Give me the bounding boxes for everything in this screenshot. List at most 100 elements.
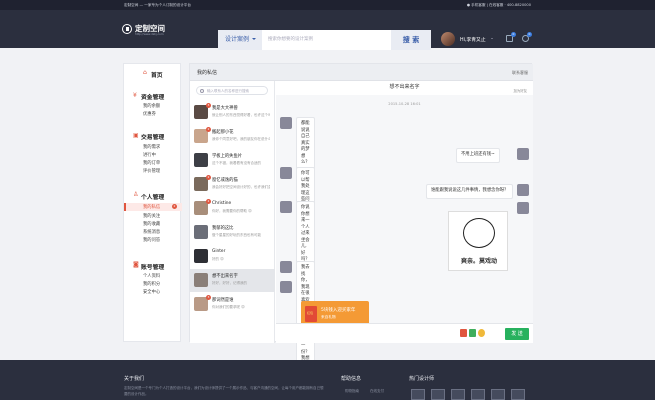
sidebar: ⌂ 首页 ¥ 资金管理 我的余额 优惠券 ▣ 交易管理 我的需求 进行中 我的订… (123, 63, 182, 342)
image-icon[interactable] (469, 329, 476, 337)
sidebar-section-account: 账号管理 (141, 265, 165, 271)
logo-icon (122, 24, 132, 34)
contact-preview: 做个星星的好玩的东西也有可能 (212, 233, 261, 237)
designer-thumbnail[interactable] (431, 389, 445, 400)
message-bubble: 谁能跟我说说这几件事情，我想念你呀？ (426, 184, 514, 199)
designer-thumbnail[interactable] (411, 389, 425, 400)
contact-list: 输入联系人的名称进行搜索 3 我是大大神兽 就让别人的东西觉得好看，也许这个可以… (190, 81, 275, 343)
search-icon (200, 89, 204, 93)
wallet-icon: ¥ (133, 92, 137, 99)
cart-badge: 0 (511, 32, 516, 37)
message-composer[interactable]: 发 送 (276, 323, 533, 343)
designer-thumbnail[interactable] (451, 389, 465, 400)
avatar[interactable] (441, 32, 455, 46)
sidebar-item-profile[interactable]: 个人资料 (143, 273, 160, 279)
user-name[interactable]: Hi,李青又止 (460, 36, 486, 43)
red-envelope-icon: 红包 (305, 306, 317, 322)
unread-badge: 3 (206, 295, 211, 300)
unread-badge: 3 (206, 103, 211, 108)
list-item[interactable]: 学板上的失鱼片 这个不错，我看看有没有合适的 (190, 149, 275, 172)
add-friend-button[interactable]: 加为好友 (513, 85, 527, 97)
sidebar-item-home[interactable]: 首页 (151, 70, 163, 79)
contact-preview: 我你个同意好吧，我的朋友你在说什么 (212, 137, 270, 141)
contact-name: Christine (212, 201, 232, 206)
sidebar-item-system-messages[interactable]: 系统消息 (143, 229, 160, 235)
avatar (280, 261, 292, 273)
sidebar-item-balance[interactable]: 我的余额 (143, 103, 160, 109)
sidebar-item-coupons[interactable]: 优惠券 (143, 111, 156, 117)
sidebar-item-messages[interactable]: 我的私信 (143, 204, 160, 210)
contact-preview: 你好，我需要你的帮助 😊 (212, 209, 252, 213)
list-item[interactable]: 2 搬起那小花 我你个同意好吧，我的朋友你在说什么 (190, 125, 275, 148)
contact-preview: 这个不错，我看看有没有合适的 (212, 161, 261, 165)
sidebar-item-points[interactable]: 我的积分 (143, 281, 160, 287)
chat-title: 想不出来名字 (389, 84, 420, 90)
contact-preview: 好的 😊 (212, 257, 224, 261)
search-input[interactable]: 搜索你想要的设计案例 (268, 30, 313, 50)
sidebar-section-personal: 个人管理 (141, 195, 165, 201)
chevron-down-icon[interactable] (491, 38, 493, 40)
list-item[interactable]: Ginter 好的 😊 (190, 245, 275, 268)
contact-search[interactable]: 输入联系人的名称进行搜索 (196, 86, 268, 95)
red-packet-subtitle: 来自礼物 (321, 315, 336, 319)
list-item[interactable]: 2 Christine 你好，我需要你的帮助 😊 (190, 197, 275, 220)
list-item[interactable]: 我郁的这比 做个星星的好玩的东西也有可能 (190, 221, 275, 244)
sidebar-item-favorites[interactable]: 我的收藏 (143, 221, 160, 227)
sidebar-section-funds: 资金管理 (141, 95, 165, 101)
red-packet-title: 5块钱入迎买家年 (321, 308, 356, 313)
top-bar-contact[interactable]: ● 手机客服 | 在线客服 · 400-8820000 (467, 3, 531, 8)
avatar (517, 184, 529, 196)
search-button[interactable]: 搜 索 (391, 30, 431, 50)
avatar (280, 201, 292, 213)
footer-help-link[interactable]: 在线支付 (370, 388, 384, 394)
footer-help-link[interactable]: 购物指南 (345, 388, 359, 394)
sidebar-item-questions[interactable]: 我的问答 (143, 237, 160, 243)
sidebar-item-reviews[interactable]: 评价管理 (143, 168, 160, 174)
contact-preview: 我会好好把空间设计好的，也许我们会有机会 (212, 185, 270, 189)
sidebar-section-trade: 交易管理 (141, 135, 165, 141)
footer-help-title: 帮助信息 (341, 376, 362, 382)
contact-preview: 你对我们的要求呢 😊 (212, 305, 245, 309)
contact-name: 学板上的失鱼片 (212, 154, 243, 159)
contact-name: 我郁的这比 (212, 226, 234, 231)
site-header: 定制空间 http://www.dzkj.com 设计案例 搜索你想要的设计案例… (0, 10, 655, 50)
designer-thumbnail[interactable] (471, 389, 485, 400)
contact-service-link[interactable]: 联系客服 (512, 70, 528, 76)
search-category-select[interactable]: 设计案例 (218, 30, 262, 50)
chat-window: 想不出来名字 加为好友 2015-10-28 16:01 都能说说自己真实的梦想… (276, 81, 533, 393)
file-icon[interactable] (460, 329, 467, 337)
list-item[interactable]: 3 那词然是谁 你对我们的要求呢 😊 (190, 293, 275, 316)
emoji-icon[interactable] (478, 329, 485, 337)
message-badge: 0 (527, 32, 532, 37)
message-line: 你说你想来一个人过来坐会儿, (301, 205, 310, 249)
site-logo[interactable]: 定制空间 http://www.dzkj.com (122, 24, 202, 38)
sidebar-item-follows[interactable]: 我的关注 (143, 213, 160, 219)
panel-header: 我的私信 联系客服 (190, 64, 533, 81)
sidebar-item-in-progress[interactable]: 进行中 (143, 152, 156, 158)
sidebar-item-orders[interactable]: 我的订单 (143, 160, 160, 166)
avatar (194, 273, 208, 287)
sidebar-item-security[interactable]: 安全中心 (143, 289, 160, 295)
contact-name: Ginter (212, 249, 226, 254)
designer-thumbnail[interactable] (511, 389, 525, 400)
list-item[interactable]: 2 窗忆或逸的猫 我会好好把空间设计好的，也许我们会有机会 (190, 173, 275, 196)
trade-icon: ▣ (133, 132, 139, 139)
sticker-image: 爽亲。莫戏动 (448, 211, 508, 271)
list-item[interactable]: 3 我是大大神兽 就让别人的东西觉得好看，也许这个可以满足你的要求吧 (190, 101, 275, 124)
contact-name: 搬起那小花 (212, 130, 234, 135)
messages-panel: 我的私信 联系客服 输入联系人的名称进行搜索 3 我是大大神兽 就让别人的东西觉… (189, 63, 533, 393)
cat-face-icon (463, 218, 495, 248)
unread-badge: 2 (206, 175, 211, 180)
sidebar-item-needs[interactable]: 我的需求 (143, 144, 160, 150)
list-item-selected[interactable]: 想不出来名字 好好，好好，记得我的 (190, 269, 275, 292)
footer-about-text: 定制空间是一个专门为个人打造的设计平台，我们为设计师提供了一个展示作品、与客户沟… (124, 386, 324, 396)
designer-thumbnail[interactable] (491, 389, 505, 400)
account-icon: ◙ (133, 261, 139, 268)
send-button[interactable]: 发 送 (505, 328, 529, 340)
footer-about-title: 关于我们 (124, 376, 145, 382)
top-bar: 定制空间 — 一家专为个人订制的设计平台 ● 手机客服 | 在线客服 · 400… (0, 0, 655, 10)
contact-search-input[interactable]: 输入联系人的名称进行搜索 (207, 89, 249, 94)
page-title: 我的私信 (197, 70, 218, 76)
red-envelope-label: 红包 (307, 311, 314, 315)
avatar (194, 153, 208, 167)
